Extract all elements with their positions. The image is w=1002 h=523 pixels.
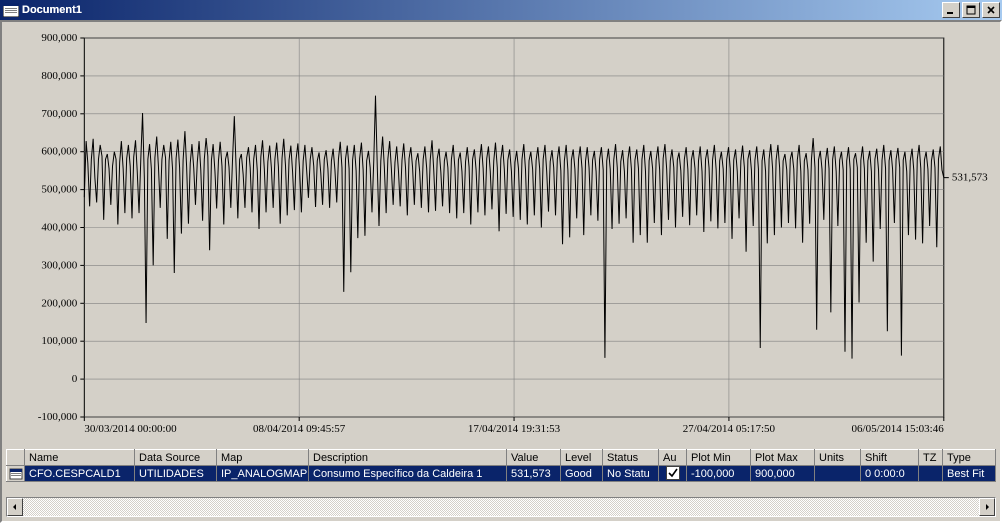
svg-text:200,000: 200,000 bbox=[41, 297, 77, 309]
svg-text:900,000: 900,000 bbox=[41, 32, 77, 44]
svg-text:300,000: 300,000 bbox=[41, 259, 77, 271]
cell-units[interactable] bbox=[815, 466, 861, 482]
maximize-button[interactable] bbox=[962, 2, 980, 18]
cell-name[interactable]: CFO.CESPCALD1 bbox=[25, 466, 135, 482]
svg-text:0: 0 bbox=[72, 373, 78, 385]
col-tz[interactable]: TZ bbox=[919, 450, 943, 466]
svg-text:30/03/2014 00:00:00: 30/03/2014 00:00:00 bbox=[84, 423, 177, 435]
svg-text:08/04/2014 09:45:57: 08/04/2014 09:45:57 bbox=[253, 423, 346, 435]
col-level[interactable]: Level bbox=[561, 450, 603, 466]
svg-text:531,573: 531,573 bbox=[952, 172, 988, 184]
col-description[interactable]: Description bbox=[309, 450, 507, 466]
cell-map[interactable]: IP_ANALOGMAP bbox=[217, 466, 309, 482]
cell-data-source[interactable]: UTILIDADES bbox=[135, 466, 217, 482]
col-type[interactable]: Type bbox=[943, 450, 996, 466]
col-map[interactable]: Map bbox=[217, 450, 309, 466]
col-units[interactable]: Units bbox=[815, 450, 861, 466]
cell-description[interactable]: Consumo Específico da Caldeira 1 bbox=[309, 466, 507, 482]
col-shift[interactable]: Shift bbox=[861, 450, 919, 466]
svg-text:700,000: 700,000 bbox=[41, 108, 77, 120]
au-checkbox[interactable] bbox=[666, 466, 680, 480]
cell-shift[interactable]: 0 0:00:0 bbox=[861, 466, 919, 482]
chart-panel: -100,000 0 100,000 200,000 300,000 400,000 500… bbox=[6, 26, 996, 441]
window-title: Document1 bbox=[22, 4, 940, 16]
col-data-source[interactable]: Data Source bbox=[135, 450, 217, 466]
col-status[interactable]: Status bbox=[603, 450, 659, 466]
col-plot-min[interactable]: Plot Min bbox=[687, 450, 751, 466]
svg-text:800,000: 800,000 bbox=[41, 70, 77, 82]
scroll-right-button[interactable] bbox=[979, 498, 995, 516]
row-selector[interactable] bbox=[7, 466, 25, 482]
col-name[interactable]: Name bbox=[25, 450, 135, 466]
col-value[interactable]: Value bbox=[507, 450, 561, 466]
cell-type[interactable]: Best Fit bbox=[943, 466, 996, 482]
cell-tz[interactable] bbox=[919, 466, 943, 482]
cell-value[interactable]: 531,573 bbox=[507, 466, 561, 482]
col-au[interactable]: Au bbox=[659, 450, 687, 466]
trend-chart[interactable]: -100,000 0 100,000 200,000 300,000 400,000 500… bbox=[6, 26, 996, 441]
cell-au[interactable] bbox=[659, 466, 687, 482]
tag-grid[interactable]: Name Data Source Map Description Value L… bbox=[6, 449, 996, 495]
svg-text:27/04/2014 05:17:50: 27/04/2014 05:17:50 bbox=[683, 423, 776, 435]
svg-text:17/04/2014 19:31:53: 17/04/2014 19:31:53 bbox=[468, 423, 561, 435]
svg-text:-100,000: -100,000 bbox=[38, 411, 78, 423]
cell-plot-min[interactable]: -100,000 bbox=[687, 466, 751, 482]
cell-plot-max[interactable]: 900,000 bbox=[751, 466, 815, 482]
cell-level[interactable]: Good bbox=[561, 466, 603, 482]
svg-text:600,000: 600,000 bbox=[41, 146, 77, 158]
svg-text:500,000: 500,000 bbox=[41, 184, 77, 196]
scroll-left-button[interactable] bbox=[7, 498, 23, 516]
h-scrollbar[interactable] bbox=[6, 497, 996, 517]
minimize-button[interactable] bbox=[942, 2, 960, 18]
close-button[interactable] bbox=[982, 2, 1000, 18]
main-frame: -100,000 0 100,000 200,000 300,000 400,000 500… bbox=[0, 20, 1002, 523]
titlebar: Document1 bbox=[0, 0, 1002, 20]
svg-text:400,000: 400,000 bbox=[41, 222, 77, 234]
grid-header-row: Name Data Source Map Description Value L… bbox=[7, 450, 996, 466]
svg-text:100,000: 100,000 bbox=[41, 335, 77, 347]
scroll-track[interactable] bbox=[23, 498, 979, 516]
col-plot-max[interactable]: Plot Max bbox=[751, 450, 815, 466]
grid-data-row[interactable]: CFO.CESPCALD1 UTILIDADES IP_ANALOGMAP Co… bbox=[7, 466, 996, 482]
app-icon bbox=[3, 3, 19, 17]
cell-status[interactable]: No Statu bbox=[603, 466, 659, 482]
svg-text:06/05/2014 15:03:46: 06/05/2014 15:03:46 bbox=[851, 423, 944, 435]
row-header-blank bbox=[7, 450, 25, 466]
